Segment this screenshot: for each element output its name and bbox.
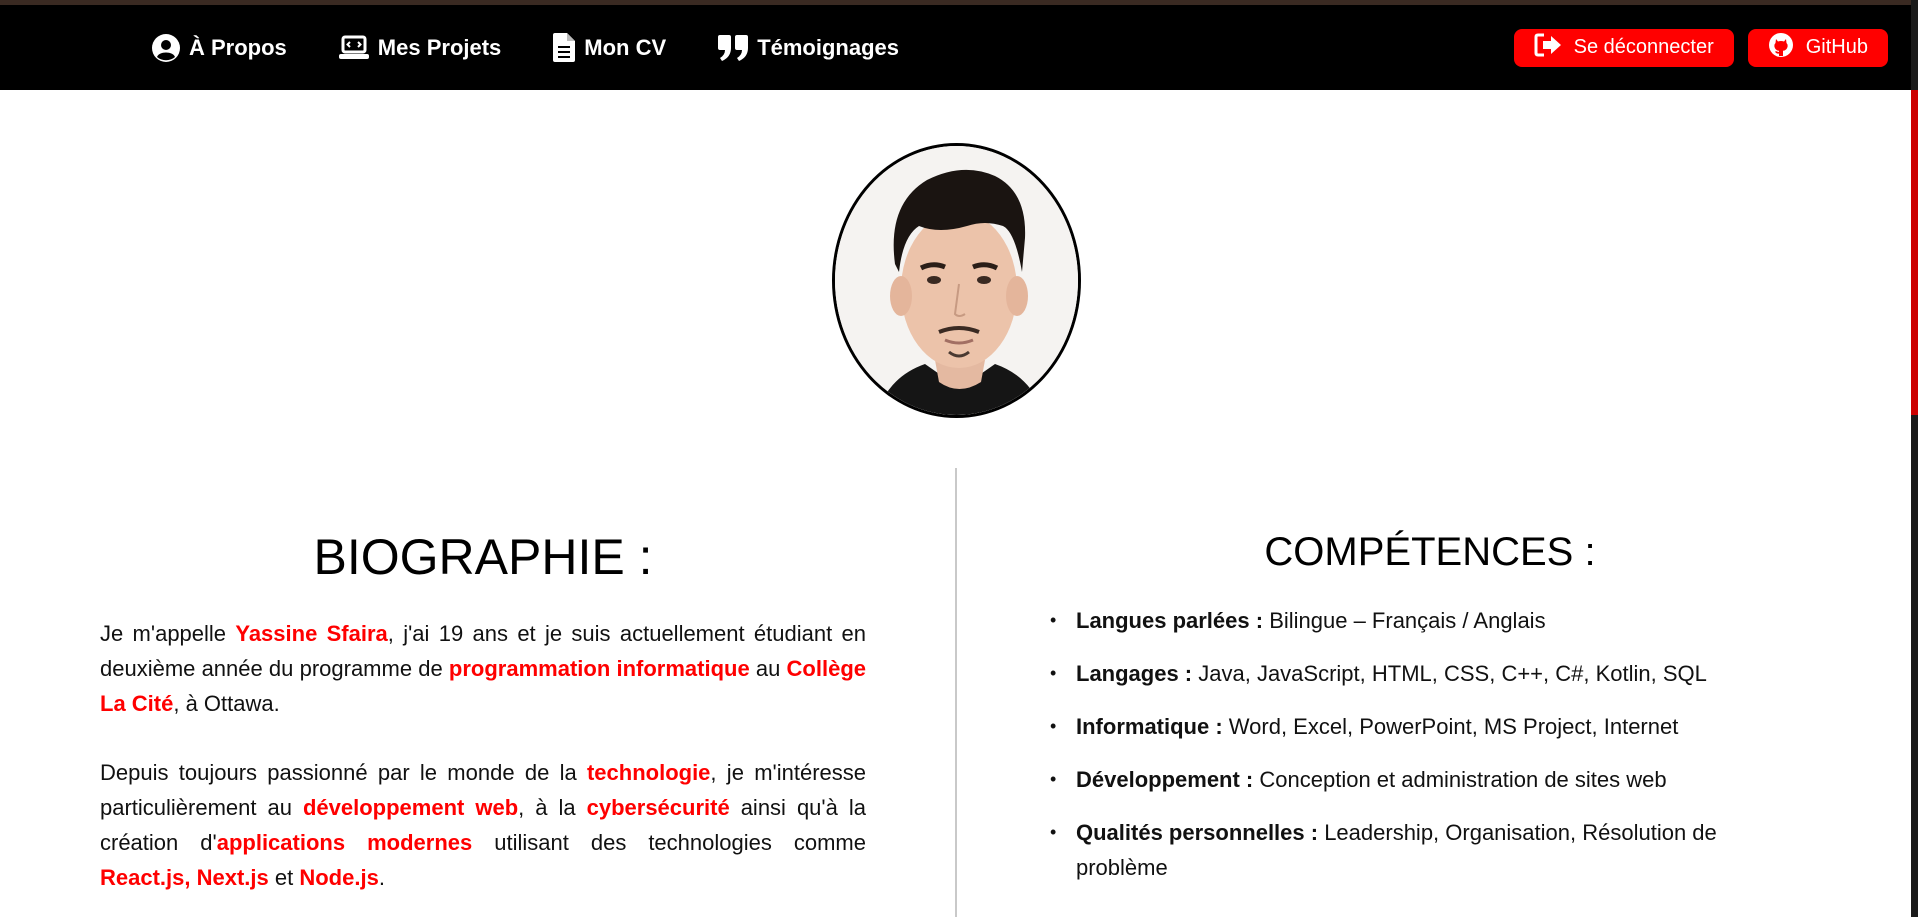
user-circle-icon: [152, 33, 180, 62]
skill-value: Java, JavaScript, HTML, CSS, C++, C#, Ko…: [1192, 661, 1707, 686]
skills-title: COMPÉTENCES :: [1264, 530, 1596, 574]
highlight-react: React.js: [100, 865, 185, 890]
highlight-name: Yassine Sfaira: [235, 621, 388, 646]
bullet-icon: •: [1050, 663, 1057, 683]
highlight-program: programmation informatique: [448, 656, 750, 681]
github-button[interactable]: GitHub: [1747, 28, 1888, 67]
skill-label: Qualités personnelles :: [1076, 820, 1319, 845]
column-divider: [955, 468, 957, 917]
quote-icon: [718, 34, 749, 61]
nav-item-label: Mon CV: [584, 34, 667, 60]
laptop-code-icon: [338, 35, 369, 61]
logout-button[interactable]: Se déconnecter: [1513, 28, 1734, 67]
nav-item-mon-cv[interactable]: Mon CV: [553, 33, 666, 62]
biography-title: BIOGRAPHIE :: [313, 529, 653, 585]
bio-text-segment: au: [749, 656, 787, 681]
skill-item-qualites: • Qualités personnelles : Leadership, Org…: [1050, 815, 1770, 885]
scrollbar-thumb[interactable]: [1911, 90, 1918, 415]
github-icon: [1768, 32, 1794, 64]
skill-item-developpement: • Développement : Conception et administr…: [1050, 762, 1770, 797]
skill-item-langages: • Langages : Java, JavaScript, HTML, CSS,…: [1050, 656, 1770, 691]
highlight-applications: applications modernes: [216, 830, 473, 855]
skill-label: Informatique :: [1076, 714, 1223, 739]
bio-text-segment: .: [378, 865, 385, 890]
highlight-technologie: technologie: [586, 760, 711, 785]
skill-value: Conception et administration de sites we…: [1253, 767, 1667, 792]
top-navbar: À Propos Mes Projets Mon CV Témoignages …: [0, 5, 1918, 90]
biography-text: Je m'appelle Yassine Sfaira, j'ai 19 ans…: [100, 616, 866, 917]
skill-label: Langues parlées :: [1076, 608, 1264, 633]
profile-photo: [835, 146, 1078, 415]
profile-avatar: [832, 143, 1081, 418]
scrollbar[interactable]: [1911, 0, 1918, 917]
nav-item-mes-projets[interactable]: Mes Projets: [338, 34, 502, 61]
nav-item-label: Témoignages: [757, 34, 899, 60]
file-icon: [553, 33, 576, 62]
bio-text-segment: et: [268, 865, 300, 890]
nav-links: À Propos Mes Projets Mon CV Témoignages: [152, 5, 899, 90]
skill-item-langues: • Langues parlées : Bilingue – Français /…: [1050, 603, 1770, 638]
skill-label: Langages :: [1076, 661, 1193, 686]
highlight-cybersecurite: cybersécurité: [586, 795, 730, 820]
skill-value: Word, Excel, PowerPoint, MS Project, Int…: [1222, 714, 1679, 739]
nav-item-a-propos[interactable]: À Propos: [152, 33, 287, 62]
bio-text-segment: Depuis toujours passionné par le monde d…: [100, 760, 587, 785]
logout-label: Se déconnecter: [1573, 36, 1714, 58]
bio-text-segment: Je m'appelle: [100, 621, 236, 646]
bullet-icon: •: [1050, 822, 1057, 842]
highlight-web-dev: développement web: [302, 795, 519, 820]
highlight-separator: ,: [184, 865, 197, 890]
skill-item-informatique: • Informatique : Word, Excel, PowerPoint,…: [1050, 709, 1770, 744]
nav-actions: Se déconnecter GitHub: [1513, 5, 1888, 90]
highlight-next: Next.js: [196, 865, 269, 890]
nav-item-label: Mes Projets: [377, 34, 502, 60]
skill-label: Développement :: [1076, 767, 1254, 792]
sign-out-icon: [1534, 33, 1562, 63]
nav-item-label: À Propos: [189, 34, 287, 60]
bullet-icon: •: [1050, 610, 1057, 630]
bio-text-segment: , à Ottawa.: [173, 691, 280, 716]
bullet-icon: •: [1050, 716, 1057, 736]
biography-paragraph-2: Depuis toujours passionné par le monde d…: [100, 755, 866, 895]
highlight-node: Node.js: [299, 865, 379, 890]
skill-value: Bilingue – Français / Anglais: [1263, 608, 1546, 633]
bio-text-segment: utilisant des technologies comme: [472, 830, 866, 855]
skills-list: • Langues parlées : Bilingue – Français /…: [1050, 603, 1770, 903]
nav-item-temoignages[interactable]: Témoignages: [718, 34, 899, 61]
bio-text-segment: , à la: [518, 795, 587, 820]
github-label: GitHub: [1805, 36, 1868, 58]
bullet-icon: •: [1050, 769, 1057, 789]
biography-paragraph-1: Je m'appelle Yassine Sfaira, j'ai 19 ans…: [100, 616, 866, 721]
